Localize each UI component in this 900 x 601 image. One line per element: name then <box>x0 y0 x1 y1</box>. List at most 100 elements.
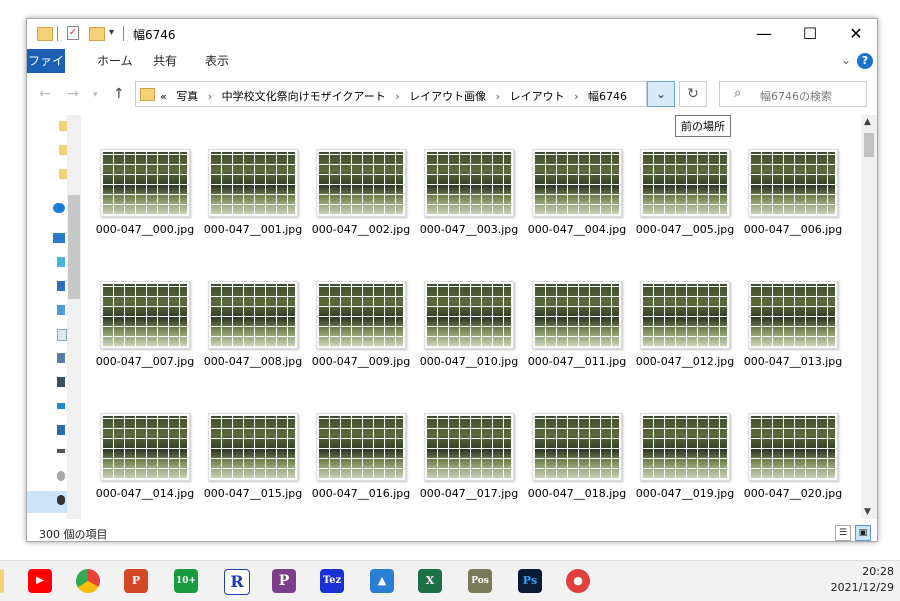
r-icon[interactable]: R <box>224 569 250 595</box>
youtube-icon[interactable]: ▶ <box>28 569 52 593</box>
file-item[interactable]: 000-047__008.jpg <box>203 281 303 369</box>
p-icon[interactable]: P <box>272 569 296 593</box>
help-icon[interactable]: ? <box>857 53 873 69</box>
breadcrumb-separator[interactable]: › <box>496 90 500 103</box>
windows-drive-icon[interactable] <box>57 425 65 435</box>
file-item[interactable]: 000-047__009.jpg <box>311 281 411 369</box>
powerpoint-icon[interactable]: P <box>124 569 148 593</box>
folder-icon[interactable] <box>59 145 67 155</box>
file-item[interactable]: 000-047__016.jpg <box>311 413 411 501</box>
app-10plus-icon[interactable]: 10+ <box>174 569 198 593</box>
scroll-down-icon[interactable]: ▼ <box>864 507 871 517</box>
desktop-icon[interactable] <box>57 305 65 315</box>
file-item[interactable]: 000-047__007.jpg <box>95 281 195 369</box>
breadcrumb-separator[interactable]: › <box>574 90 578 103</box>
file-list-scrollbar[interactable]: ▲ ▼ <box>861 115 877 519</box>
file-list: 000-047__000.jpg 000-047__001.jpg 000-047_… <box>87 115 859 519</box>
file-item[interactable]: 000-047__006.jpg <box>743 149 843 237</box>
scrollbar-thumb[interactable] <box>864 133 874 157</box>
explorer-taskbar-icon[interactable] <box>0 569 4 593</box>
file-item[interactable]: 000-047__013.jpg <box>743 281 843 369</box>
breadcrumb-photos[interactable]: 写真 <box>176 90 198 103</box>
navigation-scrollbar[interactable] <box>67 115 81 519</box>
photos-icon[interactable]: ▲ <box>370 569 394 593</box>
mosaic-preview <box>319 416 403 478</box>
pictures-icon[interactable] <box>57 353 65 363</box>
file-item[interactable]: 000-047__001.jpg <box>203 149 303 237</box>
drive-icon[interactable] <box>57 449 65 453</box>
tab-file[interactable]: ファイル <box>27 49 65 92</box>
file-item[interactable]: 000-047__019.jpg <box>635 413 735 501</box>
details-view-icon[interactable]: ☰ <box>835 525 851 541</box>
address-bar[interactable]: « 写真 › 中学校文化祭向けモザイクアート › レイアウト画像 › レイアウト… <box>135 81 647 107</box>
file-name: 000-047__014.jpg <box>95 487 195 500</box>
file-item[interactable]: 000-047__015.jpg <box>203 413 303 501</box>
scroll-up-icon[interactable]: ▲ <box>864 117 871 127</box>
dvd-drive-icon[interactable] <box>57 471 65 481</box>
file-name: 000-047__015.jpg <box>203 487 303 500</box>
camera-icon[interactable]: ● <box>566 569 590 593</box>
tab-home[interactable]: ホーム <box>87 49 143 73</box>
file-item[interactable]: 000-047__002.jpg <box>311 149 411 237</box>
tez-icon[interactable]: Tez <box>320 569 344 593</box>
breadcrumb-separator[interactable]: › <box>395 90 399 103</box>
breadcrumb-layout-images[interactable]: レイアウト画像 <box>409 90 486 103</box>
close-button[interactable]: ✕ <box>833 19 879 49</box>
maximize-button[interactable]: ☐ <box>787 19 833 49</box>
recent-locations-icon[interactable]: ▾ <box>93 90 98 100</box>
navigation-scrollbar-thumb[interactable] <box>68 195 80 299</box>
documents-icon[interactable] <box>57 329 67 341</box>
file-item[interactable]: 000-047__010.jpg <box>419 281 519 369</box>
mosaic-preview <box>211 416 295 478</box>
3d-objects-icon[interactable] <box>57 257 65 267</box>
videos-icon[interactable] <box>57 377 65 387</box>
music-icon[interactable] <box>57 403 65 409</box>
file-item[interactable]: 000-047__004.jpg <box>527 149 627 237</box>
file-item[interactable]: 000-047__011.jpg <box>527 281 627 369</box>
breadcrumb-layout[interactable]: レイアウト <box>510 90 565 103</box>
forward-icon[interactable]: → <box>67 86 79 102</box>
new-folder-icon[interactable] <box>89 27 105 41</box>
breadcrumb-mosaic-art[interactable]: 中学校文化祭向けモザイクアート <box>222 90 386 103</box>
refresh-button[interactable]: ↻ <box>679 81 707 107</box>
large-icons-view-icon[interactable]: ▣ <box>855 525 871 541</box>
file-item[interactable]: 000-047__018.jpg <box>527 413 627 501</box>
file-item[interactable]: 000-047__000.jpg <box>95 149 195 237</box>
breadcrumb-separator[interactable]: › <box>208 90 212 103</box>
breadcrumb-current[interactable]: 幅6746 <box>588 90 627 103</box>
drive-icon[interactable] <box>57 495 65 505</box>
mosaic-preview <box>427 284 511 346</box>
file-item[interactable]: 000-047__003.jpg <box>419 149 519 237</box>
folder-icon[interactable] <box>59 169 67 179</box>
back-icon[interactable]: ← <box>39 86 51 102</box>
chrome-icon[interactable] <box>76 569 100 593</box>
excel-icon[interactable]: X <box>418 569 442 593</box>
file-item[interactable]: 000-047__020.jpg <box>743 413 843 501</box>
properties-icon[interactable]: ✓ <box>67 26 79 40</box>
divider <box>57 26 58 41</box>
quick-access-dropdown-icon[interactable]: ▾ <box>109 27 114 38</box>
file-item[interactable]: 000-047__014.jpg <box>95 413 195 501</box>
breadcrumb-overflow[interactable]: « <box>160 90 167 103</box>
onedrive-icon[interactable] <box>53 203 65 213</box>
folder-icon[interactable] <box>59 121 67 131</box>
mosaic-preview <box>535 284 619 346</box>
ribbon-collapse-icon[interactable]: ⌄ <box>841 53 851 67</box>
system-clock[interactable]: 20:28 2021/12/29 <box>831 564 894 596</box>
file-item[interactable]: 000-047__005.jpg <box>635 149 735 237</box>
tab-view[interactable]: 表示 <box>195 49 239 73</box>
photoshop-icon[interactable]: Ps <box>518 569 542 593</box>
this-pc-icon[interactable] <box>53 233 65 243</box>
up-icon[interactable]: ↑ <box>113 86 125 102</box>
mosaic-preview <box>103 416 187 478</box>
address-dropdown-button[interactable]: ⌄ <box>647 81 675 107</box>
file-item[interactable]: 000-047__012.jpg <box>635 281 735 369</box>
search-box[interactable]: ⌕ 幅6746の検索 <box>719 81 867 107</box>
folder-icon <box>37 27 53 41</box>
downloads-icon[interactable] <box>57 281 65 291</box>
file-item[interactable]: 000-047__017.jpg <box>419 413 519 501</box>
file-name: 000-047__004.jpg <box>527 223 627 236</box>
pos-icon[interactable]: Pos <box>468 569 492 593</box>
tab-share[interactable]: 共有 <box>143 49 187 73</box>
minimize-button[interactable]: — <box>741 19 787 49</box>
